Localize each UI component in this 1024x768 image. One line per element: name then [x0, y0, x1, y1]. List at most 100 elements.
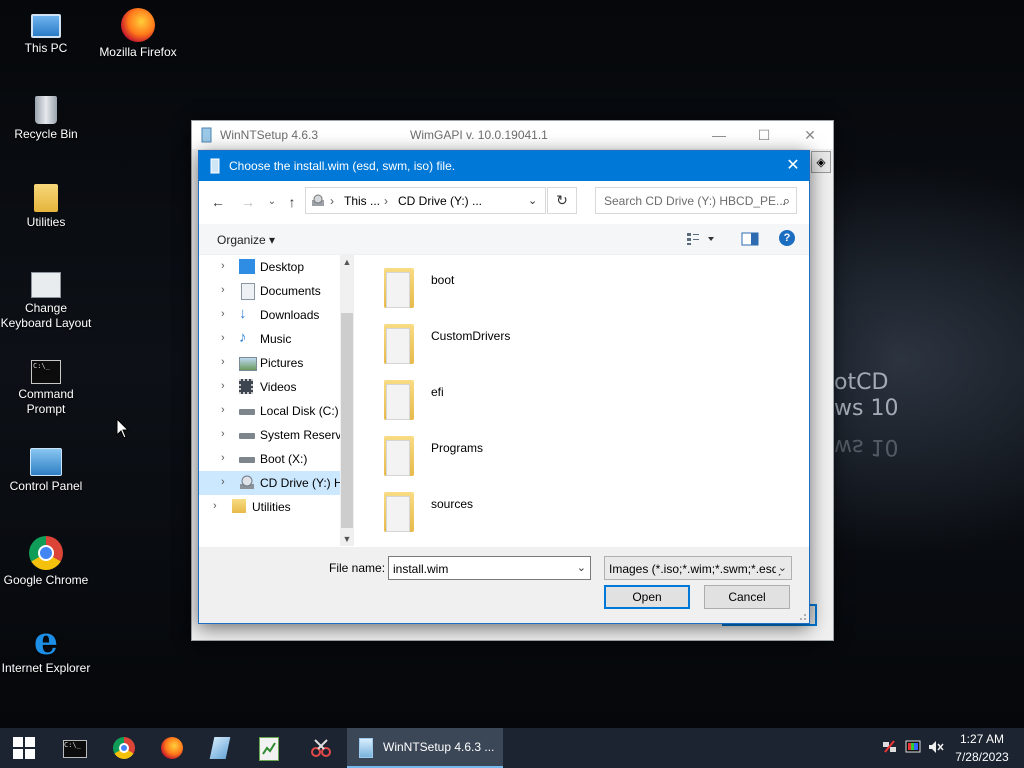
desktop-icon-label: Control Panel	[9, 479, 83, 493]
desktop-icon-utilities[interactable]: Utilities	[0, 184, 92, 230]
expand-chevron-icon[interactable]: ›	[221, 356, 225, 368]
scroll-down-arrow-icon[interactable]: ▼	[340, 534, 354, 544]
expand-chevron-icon[interactable]: ›	[221, 260, 225, 272]
folder-name: Programs	[431, 441, 484, 455]
nav-item-pictures[interactable]: › Pictures	[199, 351, 341, 375]
cancel-button[interactable]: Cancel	[704, 585, 790, 609]
desktop-icon-label: Google Chrome	[3, 573, 89, 587]
expand-chevron-icon[interactable]: ›	[221, 428, 225, 440]
desktop-icon-label: Utilities	[26, 215, 66, 229]
breadcrumb-cd-drive[interactable]: CD Drive (Y:) ...	[398, 194, 482, 208]
desktop-icon-recycle-bin[interactable]: Recycle Bin	[0, 96, 92, 142]
nav-item-downloads[interactable]: › ↓ Downloads	[199, 303, 341, 327]
chevron-down-icon[interactable]: ⌄	[775, 561, 787, 574]
winntsetup-titlebar[interactable]: WinNTSetup 4.6.3 WimGAPI v. 10.0.19041.1…	[192, 121, 833, 149]
desktop-icon-control-panel[interactable]: Control Panel	[0, 448, 92, 494]
folder-item-sources[interactable]: sources	[377, 484, 677, 536]
scroll-up-arrow-icon[interactable]: ▲	[340, 257, 354, 267]
nav-item-local-disk-c[interactable]: › Local Disk (C:)	[199, 399, 341, 423]
folder-icon	[34, 184, 58, 212]
taskbar-winntsetup-pinned[interactable]	[196, 728, 244, 768]
resize-grip-icon[interactable]	[797, 611, 807, 621]
desktop-icon-label: This PC	[24, 41, 68, 55]
folder-item-boot[interactable]: boot	[377, 260, 677, 312]
network-icon[interactable]	[882, 740, 898, 754]
drive-icon	[239, 409, 255, 415]
expand-chevron-icon[interactable]: ›	[221, 332, 225, 344]
nav-item-boot-x[interactable]: › Boot (X:)	[199, 447, 341, 471]
drive-icon[interactable]: ◈	[811, 151, 831, 173]
folder-item-programs[interactable]: Programs	[377, 428, 677, 480]
desktop-icon-this-pc[interactable]: This PC	[0, 8, 92, 56]
taskbar-window-label: WinNTSetup 4.6.3 ...	[383, 740, 495, 754]
dialog-titlebar[interactable]: Choose the install.wim (esd, swm, iso) f…	[199, 151, 809, 181]
close-button[interactable]: ✕	[795, 125, 825, 145]
nav-item-documents[interactable]: › Documents	[199, 279, 341, 303]
file-type-select[interactable]: Images (*.iso;*.wim;*.swm;*.esd) ⌄	[604, 556, 792, 580]
nav-item-label: Desktop	[260, 260, 305, 274]
help-icon[interactable]: ?	[779, 230, 795, 246]
expand-chevron-icon[interactable]: ›	[221, 404, 225, 416]
breadcrumb-this-pc[interactable]: This ...	[344, 194, 380, 208]
expand-chevron-icon[interactable]: ›	[221, 284, 225, 296]
wallpaper-text: ws 10	[834, 396, 899, 421]
folder-item-customdrivers[interactable]: CustomDrivers	[377, 316, 677, 368]
taskbar-winntsetup-active[interactable]: WinNTSetup 4.6.3 ...	[347, 728, 503, 768]
nav-item-music[interactable]: › ♪ Music	[199, 327, 341, 351]
nav-item-label: Utilities	[252, 500, 291, 514]
start-button[interactable]	[0, 728, 48, 768]
open-button[interactable]: Open	[604, 585, 690, 609]
scrollbar-thumb[interactable]	[341, 313, 353, 528]
recent-locations-chevron-icon[interactable]: ⌄	[263, 193, 281, 211]
expand-chevron-icon[interactable]: ›	[221, 308, 225, 320]
folder-icon	[384, 380, 414, 420]
organize-menu[interactable]: Organize ▾	[217, 233, 275, 247]
desktop-icon-internet-explorer[interactable]: e Internet Explorer	[0, 622, 92, 676]
clock-time[interactable]: 1:27 AM	[942, 732, 1022, 746]
chevron-down-icon[interactable]: ⌄	[577, 561, 586, 574]
winntsetup-app-icon	[201, 127, 212, 143]
command-prompt-icon: C:\_	[31, 360, 61, 384]
back-arrow-icon[interactable]: ←	[209, 193, 227, 211]
nav-item-desktop[interactable]: › Desktop	[199, 255, 341, 279]
dialog-close-button[interactable]: ✕	[777, 151, 809, 181]
address-bar[interactable]: › This ... › CD Drive (Y:) ... ⌄	[305, 187, 546, 214]
desktop-icon-google-chrome[interactable]: Google Chrome	[0, 536, 92, 588]
clock-date[interactable]: 7/28/2023	[942, 750, 1022, 764]
nav-item-system-reserved[interactable]: › System Reserve	[199, 423, 341, 447]
dialog-app-icon	[210, 158, 220, 174]
taskbar-google-chrome[interactable]	[100, 728, 148, 768]
pictures-icon	[239, 357, 257, 371]
display-color-icon[interactable]	[905, 740, 921, 754]
nav-item-utilities[interactable]: › Utilities	[199, 495, 341, 519]
expand-chevron-icon[interactable]: ›	[221, 380, 225, 392]
minimize-button[interactable]: —	[704, 125, 734, 145]
maximize-button[interactable]: ☐	[749, 125, 779, 145]
taskbar-notepad-app[interactable]	[246, 728, 294, 768]
taskbar-command-prompt[interactable]: C:\_	[50, 728, 98, 768]
folder-item-efi[interactable]: efi	[377, 372, 677, 424]
change-view-icon[interactable]	[686, 232, 716, 246]
desktop-icon-change-keyboard-layout[interactable]: Change Keyboard Layout	[0, 272, 92, 331]
search-box[interactable]: Search CD Drive (Y:) HBCD_PE... ⌕	[595, 187, 797, 214]
refresh-button[interactable]: ↻	[547, 187, 577, 214]
forward-arrow-icon[interactable]: →	[239, 193, 257, 211]
taskbar-snipping-tool[interactable]	[296, 728, 344, 768]
up-arrow-icon[interactable]: ↑	[283, 193, 301, 211]
navigation-pane-scrollbar[interactable]: ▲ ▼	[340, 255, 354, 546]
file-name-input[interactable]: install.wim ⌄	[388, 556, 591, 580]
nav-item-cd-drive-y[interactable]: › CD Drive (Y:) H	[199, 471, 341, 495]
folder-icon	[384, 324, 414, 364]
expand-chevron-icon[interactable]: ›	[221, 476, 225, 488]
nav-item-videos[interactable]: › Videos	[199, 375, 341, 399]
taskbar-firefox[interactable]	[148, 728, 196, 768]
address-dropdown-chevron-icon[interactable]: ⌄	[528, 194, 537, 207]
system-tray: 1:27 AM 7/28/2023	[870, 728, 1024, 768]
file-type-value: Images (*.iso;*.wim;*.swm;*.esd)	[609, 562, 783, 576]
desktop-icon-firefox[interactable]: Mozilla Firefox	[92, 8, 184, 60]
desktop-icon-command-prompt[interactable]: C:\_ Command Prompt	[0, 360, 92, 417]
expand-chevron-icon[interactable]: ›	[213, 500, 217, 512]
preview-pane-icon[interactable]	[741, 232, 759, 246]
wimgapi-version: WimGAPI v. 10.0.19041.1	[410, 128, 548, 142]
expand-chevron-icon[interactable]: ›	[221, 452, 225, 464]
